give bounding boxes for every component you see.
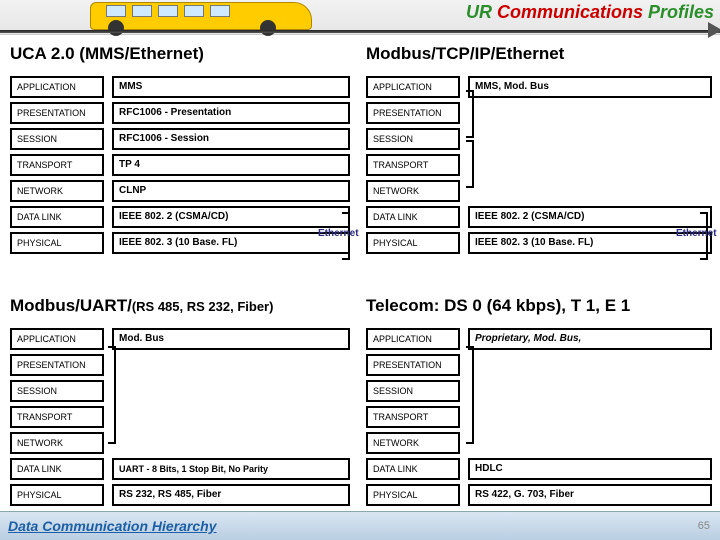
layer-presentation: PRESENTATION — [366, 354, 460, 376]
slide: UR Communications Profiles UCA 2.0 (MMS/… — [0, 0, 720, 540]
headline-prefix: UR — [466, 2, 497, 22]
stack-title-sub: (RS 485, RS 232, Fiber) — [132, 299, 274, 314]
layer-transport: TRANSPORT — [366, 406, 460, 428]
layer-session: SESSION — [366, 380, 460, 402]
stack-modbus-tcp: Modbus/TCP/IP/Ethernet APPLICATION MMS, M… — [366, 40, 712, 254]
val-proprietary: Proprietary, Mod. Bus, — [468, 328, 712, 350]
layer-physical: PHYSICAL — [10, 232, 104, 254]
side-label-ethernet: Ethernet — [676, 228, 717, 239]
layer-transport: TRANSPORT — [10, 154, 104, 176]
layer-network: NETWORK — [10, 432, 104, 454]
val-tp4: TP 4 — [112, 154, 350, 176]
val-8022: IEEE 802. 2 (CSMA/CD) — [112, 206, 350, 228]
layer-application: APPLICATION — [366, 328, 460, 350]
layer-session: SESSION — [10, 380, 104, 402]
val-modbus: Mod. Bus — [112, 328, 350, 350]
val-hdlc: HDLC — [468, 458, 712, 480]
stack-title: Modbus/UART/(RS 485, RS 232, Fiber) — [10, 296, 350, 316]
bracket-icon — [466, 346, 474, 444]
layer-physical: PHYSICAL — [366, 484, 460, 506]
val-mms-modbus: MMS, Mod. Bus — [468, 76, 712, 98]
stack-title: Modbus/TCP/IP/Ethernet — [366, 44, 712, 64]
layer-transport: TRANSPORT — [10, 406, 104, 428]
stack-uca: UCA 2.0 (MMS/Ethernet) APPLICATION MMS PR… — [10, 40, 350, 254]
headline-suffix: Profiles — [643, 2, 714, 22]
val-mms: MMS — [112, 76, 350, 98]
stack-title: UCA 2.0 (MMS/Ethernet) — [10, 44, 350, 64]
slide-headline: UR Communications Profiles — [466, 2, 714, 23]
val-rs422: RS 422, G. 703, Fiber — [468, 484, 712, 506]
layer-presentation: PRESENTATION — [10, 102, 104, 124]
layer-datalink: DATA LINK — [366, 206, 460, 228]
layer-presentation: PRESENTATION — [366, 102, 460, 124]
headline-word: Communications — [497, 2, 643, 22]
bracket-icon — [466, 140, 474, 188]
val-8022: IEEE 802. 2 (CSMA/CD) — [468, 206, 712, 228]
footer-title: Data Communication Hierarchy — [8, 518, 217, 534]
layer-datalink: DATA LINK — [366, 458, 460, 480]
layer-network: NETWORK — [10, 180, 104, 202]
stack-title-main: Modbus/UART/ — [10, 296, 132, 315]
layer-datalink: DATA LINK — [10, 458, 104, 480]
layer-network: NETWORK — [366, 180, 460, 202]
val-uart: UART - 8 Bits, 1 Stop Bit, No Parity — [112, 458, 350, 480]
footer-bar: Data Communication Hierarchy 65 — [0, 511, 720, 540]
val-8023: IEEE 802. 3 (10 Base. FL) — [112, 232, 350, 254]
layer-physical: PHYSICAL — [366, 232, 460, 254]
val-rfc-sess: RFC1006 - Session — [112, 128, 350, 150]
layer-datalink: DATA LINK — [10, 206, 104, 228]
layer-session: SESSION — [366, 128, 460, 150]
layer-application: APPLICATION — [10, 76, 104, 98]
page-number: 65 — [698, 520, 710, 532]
layer-application: APPLICATION — [366, 76, 460, 98]
layer-application: APPLICATION — [10, 328, 104, 350]
layer-physical: PHYSICAL — [10, 484, 104, 506]
layer-session: SESSION — [10, 128, 104, 150]
stack-telecom: Telecom: DS 0 (64 kbps), T 1, E 1 APPLIC… — [366, 292, 712, 506]
layer-transport: TRANSPORT — [366, 154, 460, 176]
val-clnp: CLNP — [112, 180, 350, 202]
stack-modbus-uart: Modbus/UART/(RS 485, RS 232, Fiber) APPL… — [10, 292, 350, 506]
arrow-icon — [708, 22, 720, 38]
bracket-icon — [108, 346, 116, 444]
val-rs: RS 232, RS 485, Fiber — [112, 484, 350, 506]
val-rfc-pres: RFC1006 - Presentation — [112, 102, 350, 124]
side-label-ethernet: Ethernet — [318, 228, 359, 239]
layer-presentation: PRESENTATION — [10, 354, 104, 376]
bus-graphic — [60, 0, 330, 30]
header-band: UR Communications Profiles — [0, 0, 720, 35]
stack-title: Telecom: DS 0 (64 kbps), T 1, E 1 — [366, 296, 712, 316]
bracket-icon — [466, 90, 474, 138]
layer-network: NETWORK — [366, 432, 460, 454]
